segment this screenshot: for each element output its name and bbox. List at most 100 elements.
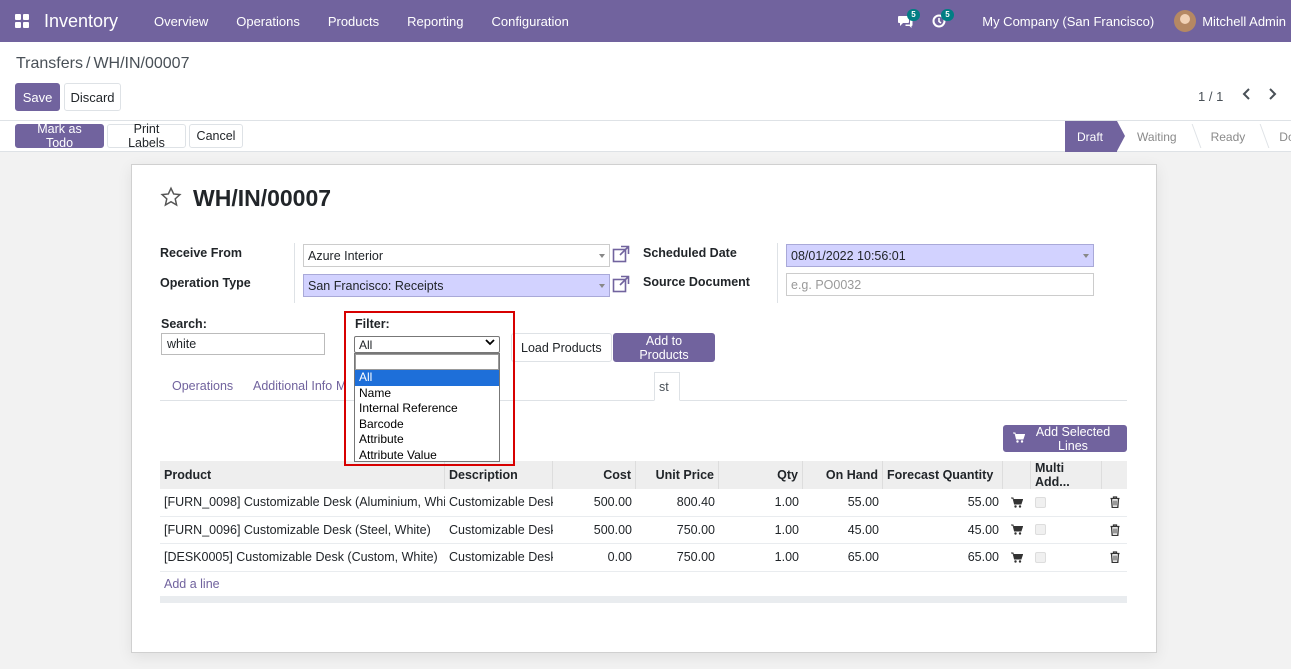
mark-as-todo-button[interactable]: Mark as Todo (15, 122, 104, 150)
column-header-cost[interactable]: Cost (553, 461, 636, 489)
status-step-done[interactable]: Done (1259, 121, 1291, 152)
source-document-field[interactable]: e.g. PO0032 (786, 273, 1094, 296)
search-input[interactable]: white (161, 333, 325, 355)
cell-unit-price[interactable]: 800.40 (636, 489, 719, 516)
menu-reporting[interactable]: Reporting (393, 14, 477, 29)
status-step-waiting[interactable]: Waiting (1117, 121, 1191, 152)
add-selected-lines-label: Add Selected Lines (1035, 424, 1111, 453)
cell-product[interactable]: [FURN_0098] Customizable Desk (Aluminium… (160, 489, 445, 516)
activities-badge: 5 (941, 9, 954, 21)
external-link-icon[interactable] (612, 245, 630, 267)
menu-overview[interactable]: Overview (140, 14, 222, 29)
source-document-label: Source Document (643, 275, 750, 289)
operation-type-value: San Francisco: Receipts (308, 278, 444, 293)
multi-add-checkbox-cell (1031, 544, 1102, 571)
column-header-on-hand[interactable]: On Hand (803, 461, 883, 489)
pager-previous-button[interactable] (1242, 87, 1252, 104)
pager-value[interactable]: 1 / 1 (1198, 89, 1223, 104)
cancel-button[interactable]: Cancel (189, 124, 243, 148)
table-row[interactable]: [DESK0005] Customizable Desk (Custom, Wh… (160, 544, 1127, 572)
save-button[interactable]: Save (15, 83, 60, 111)
menu-configuration[interactable]: Configuration (478, 14, 583, 29)
cell-on-hand: 55.00 (847, 495, 879, 510)
cell-qty[interactable]: 1.00 (719, 517, 803, 544)
multi-add-checkbox[interactable] (1035, 551, 1046, 563)
filter-option-barcode[interactable]: Barcode (355, 417, 499, 433)
external-link-icon[interactable] (612, 275, 630, 297)
cart-icon[interactable] (1003, 544, 1031, 571)
column-header-product[interactable]: Product (160, 461, 445, 489)
trash-icon[interactable] (1102, 544, 1127, 571)
apps-menu-icon[interactable] (0, 0, 44, 42)
table-row[interactable]: [FURN_0096] Customizable Desk (Steel, Wh… (160, 517, 1127, 544)
record-title: WH/IN/00007 (193, 185, 332, 211)
chevron-left-icon (1242, 88, 1250, 100)
messages-badge: 5 (907, 9, 920, 21)
filter-select[interactable]: All (354, 336, 500, 353)
add-a-line-link[interactable]: Add a line (164, 577, 220, 591)
cell-qty[interactable]: 1.00 (719, 544, 803, 571)
breadcrumb-separator: / (85, 55, 91, 72)
dropdown-search-box[interactable] (355, 354, 499, 370)
breadcrumb-current: WH/IN/00007 (93, 55, 190, 72)
favorite-star-icon[interactable] (160, 186, 182, 214)
scheduled-date-field[interactable]: 08/01/2022 10:56:01 (786, 244, 1094, 267)
add-to-products-button[interactable]: Add to Products (613, 333, 715, 362)
operation-type-field[interactable]: San Francisco: Receipts (303, 274, 610, 297)
status-steps: Draft Waiting Ready Done (1065, 121, 1291, 152)
cart-icon[interactable] (1003, 517, 1031, 544)
filter-option-attribute[interactable]: Attribute (355, 432, 499, 448)
multi-add-checkbox[interactable] (1035, 524, 1046, 536)
trash-icon[interactable] (1102, 517, 1127, 544)
breadcrumb: Transfers / WH/IN/00007 (16, 55, 189, 73)
cell-description[interactable]: Customizable Desk (445, 517, 553, 544)
pager-next-button[interactable] (1267, 87, 1277, 104)
tab-active-partial[interactable]: st (654, 372, 680, 401)
multi-add-checkbox[interactable] (1035, 496, 1046, 508)
receive-from-field[interactable]: Azure Interior (303, 244, 610, 267)
cell-cost[interactable]: 0.00 (553, 544, 636, 571)
chevron-right-icon (1269, 88, 1277, 100)
filter-option-all[interactable]: All (355, 370, 499, 386)
control-panel: Transfers / WH/IN/00007 Save Discard 1 / 1 (0, 42, 1291, 121)
cart-icon (1013, 432, 1026, 446)
cell-product[interactable]: [DESK0005] Customizable Desk (Custom, Wh… (160, 544, 445, 571)
filter-option-internal-reference[interactable]: Internal Reference (355, 401, 499, 417)
menu-operations[interactable]: Operations (222, 14, 314, 29)
load-products-button[interactable]: Load Products (511, 333, 612, 362)
tab-additional-info[interactable]: Additional Info (253, 379, 332, 393)
table-row[interactable]: [FURN_0098] Customizable Desk (Aluminium… (160, 489, 1127, 517)
scheduled-date-label: Scheduled Date (643, 246, 737, 260)
cell-product[interactable]: [FURN_0096] Customizable Desk (Steel, Wh… (160, 517, 445, 544)
cell-qty[interactable]: 1.00 (719, 489, 803, 516)
user-menu[interactable]: Mitchell Admin (1174, 10, 1291, 32)
discard-button[interactable]: Discard (64, 83, 121, 111)
column-header-qty[interactable]: Qty (719, 461, 803, 489)
filter-option-name[interactable]: Name (355, 386, 499, 402)
messages-button[interactable]: 5 (888, 0, 922, 42)
menu-products[interactable]: Products (314, 14, 393, 29)
tab-operations[interactable]: Operations (172, 379, 233, 393)
filter-option-attribute-value[interactable]: Attribute Value (355, 448, 499, 464)
company-switcher[interactable]: My Company (San Francisco) (956, 14, 1174, 29)
app-brand[interactable]: Inventory (44, 11, 118, 32)
column-header-forecast-quantity[interactable]: Forecast Quantity (883, 461, 1003, 489)
trash-icon[interactable] (1102, 489, 1127, 516)
column-header-unit-price[interactable]: Unit Price (636, 461, 719, 489)
cell-description[interactable]: Customizable Desk (445, 489, 553, 516)
cell-cost[interactable]: 500.00 (553, 489, 636, 516)
tab-partial[interactable]: M (336, 379, 346, 393)
breadcrumb-transfers-link[interactable]: Transfers (16, 55, 83, 72)
column-header-multi-add[interactable]: Multi Add... (1031, 461, 1102, 489)
print-labels-button[interactable]: Print Labels (107, 122, 186, 150)
cell-unit-price[interactable]: 750.00 (636, 517, 719, 544)
status-step-ready[interactable]: Ready (1191, 121, 1260, 152)
cart-icon[interactable] (1003, 489, 1031, 516)
cell-description[interactable]: Customizable Desk (445, 544, 553, 571)
cell-cost[interactable]: 500.00 (553, 517, 636, 544)
column-header-description[interactable]: Description (445, 461, 553, 489)
add-selected-lines-button[interactable]: Add Selected Lines (1003, 424, 1127, 453)
cell-unit-price[interactable]: 750.00 (636, 544, 719, 571)
activities-button[interactable]: 5 (922, 0, 956, 42)
vertical-scrollbar[interactable] (1286, 152, 1291, 662)
